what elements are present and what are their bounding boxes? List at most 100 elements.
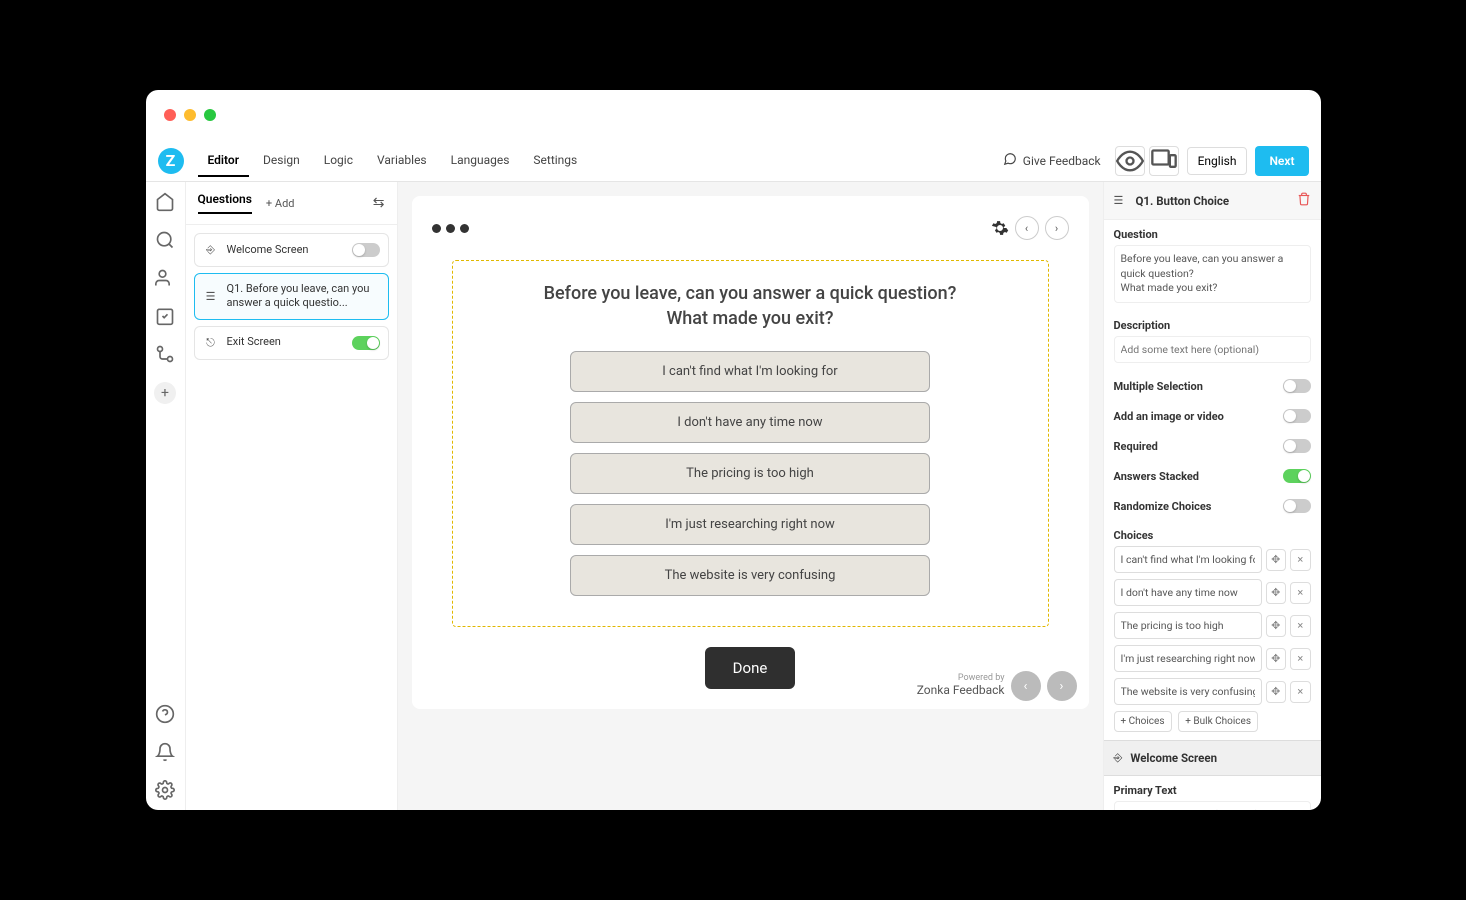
remove-icon[interactable]: × [1290, 681, 1311, 703]
choice-row: ✥ × [1114, 645, 1311, 672]
randomize-toggle[interactable] [1283, 499, 1311, 513]
users-icon[interactable] [155, 268, 175, 288]
welcome-section[interactable]: ⎆ Welcome Screen [1104, 740, 1321, 776]
bell-icon[interactable] [155, 742, 175, 762]
dot-icon [432, 224, 441, 233]
choice-text-input[interactable] [1114, 579, 1262, 606]
close-window-icon[interactable] [164, 109, 176, 121]
next-button[interactable]: Next [1255, 146, 1308, 176]
remove-icon[interactable]: × [1290, 615, 1311, 637]
choice-option[interactable]: I can't find what I'm looking for [570, 351, 930, 392]
nav-design[interactable]: Design [253, 145, 310, 177]
welcome-toggle[interactable] [352, 243, 380, 257]
required-label: Required [1114, 440, 1158, 453]
choice-text-input[interactable] [1114, 645, 1262, 672]
exit-icon: ⎋ [203, 335, 219, 351]
add-choices-button[interactable]: + Choices [1114, 711, 1172, 732]
questions-panel: Questions + Add ⇆ ⎆ Welcome Screen ☰ Q1.… [186, 182, 398, 810]
description-label: Description [1114, 319, 1311, 332]
done-button[interactable]: Done [705, 647, 796, 689]
delete-question-button[interactable] [1297, 192, 1311, 209]
move-icon[interactable]: ✥ [1266, 549, 1287, 571]
chat-icon [1003, 152, 1017, 169]
remove-icon[interactable]: × [1290, 549, 1311, 571]
stage-settings-icon[interactable] [991, 219, 1009, 237]
search-icon[interactable] [155, 230, 175, 250]
questions-list: ⎆ Welcome Screen ☰ Q1. Before you leave,… [186, 225, 397, 368]
nav-languages[interactable]: Languages [441, 145, 520, 177]
help-icon[interactable] [155, 704, 175, 724]
remove-icon[interactable]: × [1290, 582, 1311, 604]
enter-icon: ⎆ [203, 242, 219, 258]
stage-header: ‹ › [432, 216, 1069, 240]
questions-header: Questions + Add ⇆ [186, 182, 397, 225]
maximize-window-icon[interactable] [204, 109, 216, 121]
minimize-window-icon[interactable] [184, 109, 196, 121]
choice-text-input[interactable] [1114, 612, 1262, 639]
nav-variables[interactable]: Variables [367, 145, 437, 177]
dot-icon [460, 224, 469, 233]
multiple-selection-toggle[interactable] [1283, 379, 1311, 393]
question-text-input[interactable]: Before you leave, can you answer a quick… [1114, 245, 1311, 303]
properties-header: ☰ Q1. Button Choice [1104, 182, 1321, 220]
stage-next-button[interactable]: › [1045, 216, 1069, 240]
collapse-icon[interactable]: ⇆ [373, 195, 385, 211]
brand-logo[interactable]: Z [158, 148, 184, 174]
titlebar [146, 90, 1321, 140]
tasks-icon[interactable] [155, 306, 175, 326]
add-image-toggle[interactable] [1283, 409, 1311, 423]
welcome-screen-label: Welcome Screen [227, 243, 344, 257]
language-selector[interactable]: English [1187, 147, 1248, 175]
description-input[interactable] [1114, 336, 1311, 363]
choice-row: ✥ × [1114, 546, 1311, 573]
exit-screen-item[interactable]: ⎋ Exit Screen [194, 326, 389, 360]
choices-label: Choices [1114, 529, 1311, 542]
give-feedback-link[interactable]: Give Feedback [1003, 152, 1101, 169]
choices-list: I can't find what I'm looking for I don'… [570, 351, 930, 596]
move-icon[interactable]: ✥ [1266, 615, 1287, 637]
choice-option[interactable]: I don't have any time now [570, 402, 930, 443]
main-nav: Editor Design Logic Variables Languages … [198, 145, 588, 177]
nav-next-button[interactable]: › [1047, 671, 1077, 701]
preview-button[interactable] [1115, 146, 1145, 176]
nav-editor[interactable]: Editor [198, 145, 250, 177]
welcome-screen-item[interactable]: ⎆ Welcome Screen [194, 233, 389, 267]
primary-text-input[interactable] [1114, 801, 1311, 810]
stage-prev-button[interactable]: ‹ [1015, 216, 1039, 240]
stacked-toggle[interactable] [1283, 469, 1311, 483]
question-container[interactable]: Before you leave, can you answer a quick… [452, 260, 1049, 627]
app-window: Z Editor Design Logic Variables Language… [146, 90, 1321, 810]
add-rail-button[interactable]: + [154, 382, 176, 404]
required-toggle[interactable] [1283, 439, 1311, 453]
gear-icon[interactable] [155, 780, 175, 800]
choice-option[interactable]: The pricing is too high [570, 453, 930, 494]
move-icon[interactable]: ✥ [1266, 681, 1287, 703]
q1-item[interactable]: ☰ Q1. Before you leave, can you answer a… [194, 273, 389, 320]
choice-text-input[interactable] [1114, 546, 1262, 573]
nav-prev-button[interactable]: ‹ [1011, 671, 1041, 701]
properties-title: Q1. Button Choice [1136, 194, 1297, 208]
dot-icon [446, 224, 455, 233]
choice-option[interactable]: I'm just researching right now [570, 504, 930, 545]
primary-text-label: Primary Text [1114, 784, 1311, 797]
properties-panel: ☰ Q1. Button Choice Question Before you … [1103, 182, 1321, 810]
bulk-choices-button[interactable]: + Bulk Choices [1178, 711, 1258, 732]
choice-text-input[interactable] [1114, 678, 1262, 705]
workflow-icon[interactable] [155, 344, 175, 364]
move-icon[interactable]: ✥ [1266, 582, 1287, 604]
move-icon[interactable]: ✥ [1266, 648, 1287, 670]
add-question-button[interactable]: + Add [266, 197, 295, 210]
question-label: Question [1114, 228, 1311, 241]
choice-row: ✥ × [1114, 579, 1311, 606]
nav-settings[interactable]: Settings [523, 145, 587, 177]
side-rail: + [146, 182, 186, 810]
remove-icon[interactable]: × [1290, 648, 1311, 670]
nav-logic[interactable]: Logic [314, 145, 363, 177]
stage-dots [432, 224, 469, 233]
home-icon[interactable] [155, 192, 175, 212]
desktop-mobile-button[interactable] [1149, 146, 1179, 176]
choice-option[interactable]: The website is very confusing [570, 555, 930, 596]
button-choice-icon: ☰ [203, 288, 219, 304]
questions-tab[interactable]: Questions [198, 192, 252, 214]
exit-toggle[interactable] [352, 336, 380, 350]
